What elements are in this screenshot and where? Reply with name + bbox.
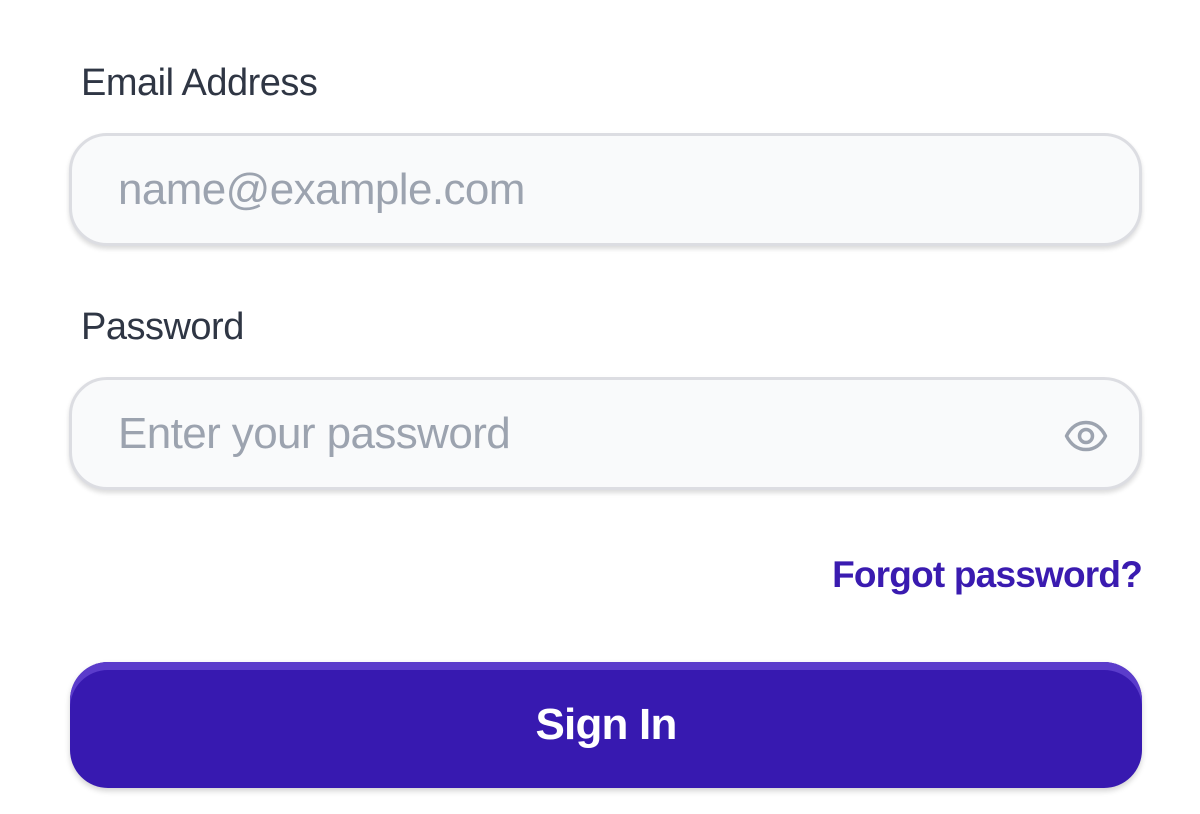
email-field[interactable]: [69, 133, 1142, 246]
forgot-password-link[interactable]: Forgot password?: [832, 554, 1143, 596]
show-password-toggle[interactable]: [1063, 413, 1109, 459]
eye-icon: [1064, 420, 1108, 452]
sign-in-button[interactable]: Sign In: [70, 662, 1142, 788]
password-field[interactable]: [69, 377, 1142, 490]
password-label: Password: [81, 306, 244, 348]
sign-in-form: Email Address Password Forgot password? …: [0, 0, 1200, 814]
password-input[interactable]: [118, 380, 1018, 487]
email-input[interactable]: [118, 136, 1018, 243]
email-label: Email Address: [81, 62, 318, 104]
